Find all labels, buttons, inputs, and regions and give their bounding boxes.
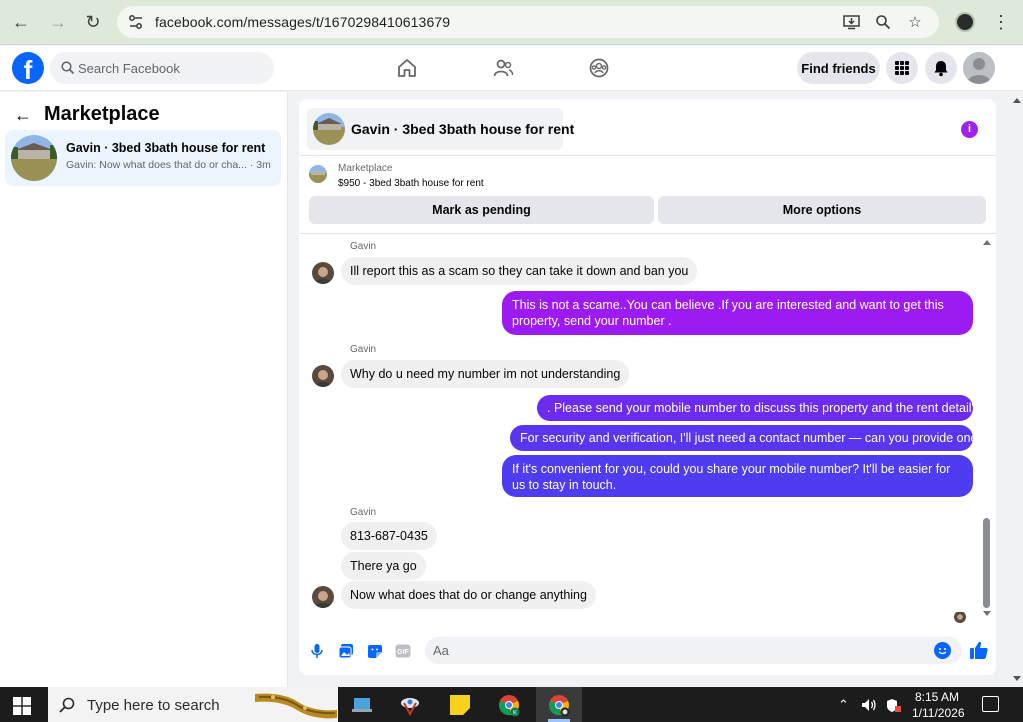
conversation-item[interactable]: Gavin · 3bed 3bath house for rent Gavin:… xyxy=(5,130,281,186)
header-thumbnail xyxy=(313,113,345,145)
groups-icon[interactable] xyxy=(586,55,612,81)
seen-avatar-icon xyxy=(954,611,966,623)
file-explorer-laptop-icon[interactable] xyxy=(350,693,374,717)
back-icon[interactable]: ← xyxy=(9,10,33,34)
taskbar-search[interactable]: Type here to search xyxy=(48,687,338,722)
chat-header-title: Gavin · 3bed 3bath house for rent xyxy=(351,121,575,137)
message-sender: Gavin xyxy=(350,507,377,518)
network-shield-icon[interactable] xyxy=(886,698,902,713)
message-input[interactable] xyxy=(433,637,923,664)
facebook-header: f Find friends xyxy=(0,46,1023,91)
home-icon[interactable] xyxy=(394,55,420,81)
zoom-icon[interactable] xyxy=(874,13,892,31)
message-sender: Gavin xyxy=(350,344,377,355)
reload-icon[interactable]: ↻ xyxy=(81,10,105,34)
gif-icon[interactable]: GIF xyxy=(395,643,411,659)
message-bubble-incoming[interactable]: There ya go xyxy=(341,552,426,580)
listing-thumbnail xyxy=(11,135,57,181)
notifications-bell-icon[interactable] xyxy=(925,52,957,84)
taskbar-search-text: Type here to search xyxy=(87,697,220,714)
chrome-icon[interactable] xyxy=(547,693,571,717)
install-app-icon[interactable] xyxy=(842,13,860,31)
divider xyxy=(299,155,996,156)
microphone-icon[interactable] xyxy=(309,643,325,659)
message-bubble-outgoing[interactable]: This is not a scame..You can believe .If… xyxy=(502,291,973,335)
marketplace-sidebar: ← Marketplace Gavin · 3bed 3bath house f… xyxy=(0,92,288,687)
message-bubble-outgoing[interactable]: . Please send your mobile number to disc… xyxy=(537,395,984,421)
account-avatar[interactable] xyxy=(963,52,995,84)
page-scrollbar[interactable] xyxy=(1011,92,1023,687)
forward-icon[interactable]: → xyxy=(46,10,70,34)
volume-icon[interactable] xyxy=(861,698,877,712)
clock-time[interactable]: 8:15 AM xyxy=(915,690,959,704)
menu-grid-icon[interactable] xyxy=(886,52,918,84)
windows-taskbar: Type here to search K ⌃ 8:15 AM 1/11/202… xyxy=(0,687,1023,722)
contact-avatar xyxy=(312,262,334,284)
divider xyxy=(299,233,996,234)
search-icon xyxy=(61,61,75,75)
chrome-profile-icon[interactable]: K xyxy=(497,693,521,717)
windows-start-icon[interactable] xyxy=(13,697,31,715)
message-bubble-incoming[interactable]: Now what does that do or change anything xyxy=(341,581,596,609)
notification-center-icon[interactable] xyxy=(982,696,999,712)
message-composer[interactable] xyxy=(425,637,962,664)
listing-price[interactable]: $950 - 3bed 3bath house for rent xyxy=(338,178,484,189)
search-input[interactable] xyxy=(78,52,268,84)
message-bubble-outgoing[interactable]: For security and verification, I'll just… xyxy=(510,425,984,451)
browser-toolbar: ← → ↻ facebook.com/messages/t/1670298410… xyxy=(0,0,1023,45)
facebook-logo-icon[interactable]: f xyxy=(12,52,44,84)
search-box[interactable] xyxy=(50,52,274,84)
message-bubble-incoming[interactable]: Ill report this as a scam so they can ta… xyxy=(341,257,698,285)
url-text[interactable]: facebook.com/messages/t/1670298410613679 xyxy=(155,14,450,30)
photo-icon[interactable] xyxy=(338,643,354,659)
sticker-icon[interactable] xyxy=(367,643,383,659)
browser-profile-icon[interactable] xyxy=(955,12,975,32)
message-sender: Gavin xyxy=(350,241,377,252)
sticky-notes-icon[interactable] xyxy=(448,693,472,717)
friends-icon[interactable] xyxy=(490,55,516,81)
svg-text:GIF: GIF xyxy=(397,649,409,656)
scrollbar-thumb[interactable] xyxy=(983,518,990,608)
message-bubble-outgoing[interactable]: If it's convenient for you, could you sh… xyxy=(502,455,973,497)
listing-label: Marketplace xyxy=(338,163,393,174)
app-icon[interactable] xyxy=(398,693,422,717)
sidebar-title: Marketplace xyxy=(44,103,160,125)
conversation-preview: Gavin: Now what does that do or cha... ·… xyxy=(66,159,271,171)
info-icon[interactable]: i xyxy=(961,121,978,138)
chevron-up-icon[interactable]: ⌃ xyxy=(838,697,849,713)
mark-pending-button[interactable]: Mark as pending xyxy=(309,196,654,224)
back-arrow-icon[interactable]: ← xyxy=(14,105,32,126)
chat-header[interactable]: Gavin · 3bed 3bath house for rent xyxy=(307,108,574,150)
contact-avatar xyxy=(312,365,334,387)
search-highlight-graphic xyxy=(255,693,337,719)
conversation-title: Gavin · 3bed 3bath house for rent xyxy=(66,141,266,155)
site-info-icon[interactable] xyxy=(127,13,145,31)
search-icon xyxy=(59,697,75,713)
browser-menu-icon[interactable]: ⋮ xyxy=(992,11,1010,33)
svg-text:K: K xyxy=(513,711,517,717)
contact-avatar xyxy=(312,586,334,608)
bookmark-star-icon[interactable]: ☆ xyxy=(906,13,924,31)
listing-small-thumbnail xyxy=(309,165,327,183)
emoji-icon[interactable] xyxy=(934,642,951,659)
more-options-button[interactable]: More options xyxy=(658,196,986,224)
message-bubble-incoming[interactable]: Why do u need my number im not understan… xyxy=(341,360,630,388)
address-bar[interactable]: facebook.com/messages/t/1670298410613679… xyxy=(117,6,939,38)
find-friends-button[interactable]: Find friends xyxy=(797,52,880,84)
message-bubble-incoming[interactable]: 813-687-0435 xyxy=(341,522,437,550)
clock-date[interactable]: 1/11/2026 xyxy=(912,706,965,720)
thumbs-up-icon[interactable] xyxy=(969,640,989,660)
chat-window: Gavin · 3bed 3bath house for rent i Mark… xyxy=(299,99,996,675)
